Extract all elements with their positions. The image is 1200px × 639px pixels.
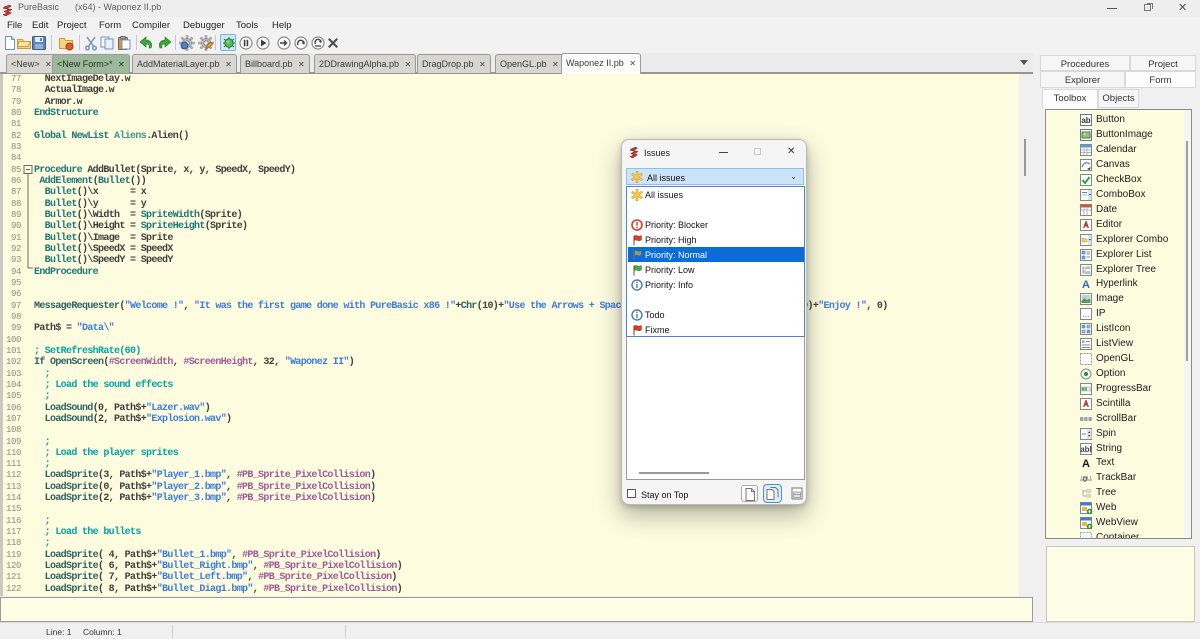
svg-text:abl: abl (1080, 445, 1092, 454)
svg-text:A: A (1082, 279, 1090, 291)
svg-text:A: A (1082, 458, 1090, 470)
svg-text:ab: ab (1081, 116, 1090, 125)
svg-text:...: ... (1083, 310, 1090, 319)
